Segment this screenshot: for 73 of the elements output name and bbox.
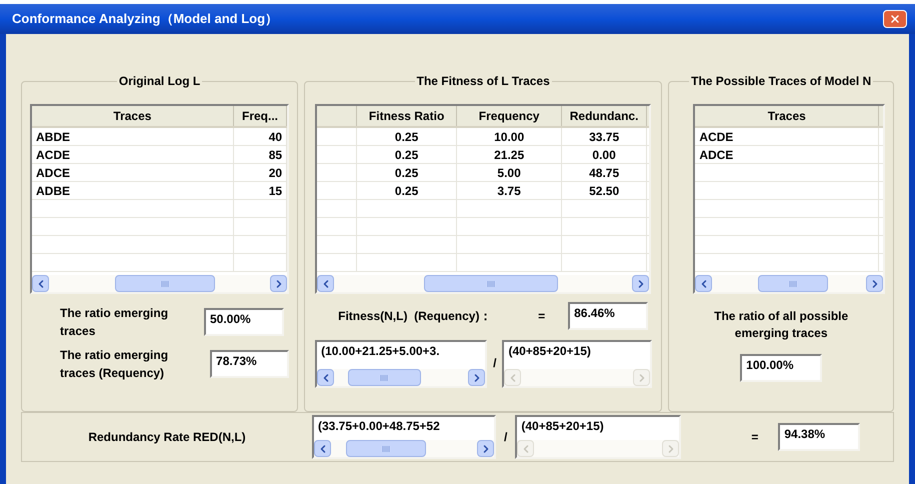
table-cell: 20 xyxy=(234,164,288,181)
possible-ratio-label: The ratio of all possible emerging traces xyxy=(713,308,850,342)
table-cell: ADCE xyxy=(32,164,234,181)
close-icon xyxy=(889,13,901,25)
window-title: Conformance Analyzing（Model and Log） xyxy=(11,10,278,28)
redundancy-label: Redundancy Rate RED(N,L) xyxy=(87,429,247,446)
column-header[interactable]: Redundanc. xyxy=(562,106,648,126)
value-field[interactable]: 94.38% xyxy=(778,423,860,451)
grip-icon xyxy=(380,374,388,380)
horizontal-scrollbar[interactable] xyxy=(314,440,494,457)
scroll-thumb[interactable] xyxy=(115,275,215,292)
table-cell: ABDE xyxy=(32,128,234,145)
grip-icon xyxy=(788,280,797,286)
table-cell: 40 xyxy=(234,128,288,145)
scroll-right-button[interactable] xyxy=(468,369,486,386)
value-field[interactable]: 86.46% xyxy=(568,302,648,330)
division-sign: / xyxy=(492,355,498,372)
value-field[interactable]: 78.73% xyxy=(210,350,290,378)
table-cell: 21.25 xyxy=(457,146,562,163)
table-cell: 33.75 xyxy=(562,128,648,145)
scroll-left-button[interactable] xyxy=(317,369,334,386)
group-title: The Fitness of L Traces xyxy=(416,73,551,90)
table-cell: 10.00 xyxy=(457,128,562,145)
grip-icon xyxy=(161,280,170,286)
table-cell: ACDE xyxy=(32,146,234,163)
table-cell: 0.25 xyxy=(357,164,458,181)
scroll-left-button[interactable] xyxy=(314,440,331,457)
scroll-left-button[interactable] xyxy=(32,275,49,292)
column-header[interactable]: Fitness Ratio xyxy=(357,106,458,126)
table-cell: 3.75 xyxy=(457,182,562,199)
fitness-label: Fitness(N,L) (Requency)： xyxy=(338,308,492,325)
value-field[interactable]: 50.00% xyxy=(204,308,284,336)
equals-sign: = xyxy=(751,429,758,446)
scroll-right-button[interactable] xyxy=(270,275,288,292)
grip-icon xyxy=(486,280,495,286)
table-cell: 5.00 xyxy=(457,164,562,181)
close-button[interactable] xyxy=(883,10,907,28)
group-title: The Possible Traces of Model N xyxy=(690,73,872,90)
column-header[interactable]: Freq... xyxy=(234,106,288,126)
column-header[interactable]: Frequency xyxy=(457,106,562,126)
column-header[interactable]: Traces xyxy=(32,106,234,126)
scroll-right-button[interactable] xyxy=(477,440,494,457)
value-field[interactable]: 100.00% xyxy=(740,354,822,382)
table-cell: 0.25 xyxy=(357,182,458,199)
scroll-left-button[interactable] xyxy=(317,275,334,292)
table-cell: 0.25 xyxy=(357,146,458,163)
formula-field[interactable]: (40+85+20+15) xyxy=(515,415,682,459)
scroll-thumb[interactable] xyxy=(758,275,828,292)
horizontal-scrollbar[interactable] xyxy=(317,369,486,386)
formula-field[interactable]: (10.00+21.25+5.00+3. xyxy=(315,340,488,388)
ratio-label: The ratio emerging traces (Requency) xyxy=(60,347,170,382)
table-cell: 15 xyxy=(234,182,288,199)
table-cell: 0.25 xyxy=(357,128,458,145)
scroll-left-button[interactable] xyxy=(695,275,712,292)
formula-field[interactable]: (33.75+0.00+48.75+52 xyxy=(312,415,496,459)
group-title: Original Log L xyxy=(118,73,202,90)
table-cell: ADBE xyxy=(32,182,234,199)
grip-icon xyxy=(382,446,390,452)
table-cell: 0.00 xyxy=(562,146,648,163)
equals-sign: = xyxy=(538,308,546,325)
table-cell: ACDE xyxy=(695,128,880,145)
table-cell: 85 xyxy=(234,146,288,163)
formula-field[interactable]: (40+85+20+15) xyxy=(502,340,652,388)
division-sign: / xyxy=(503,429,508,446)
table-cell: 48.75 xyxy=(562,164,648,181)
scroll-right-button[interactable] xyxy=(632,275,650,292)
scroll-thumb[interactable] xyxy=(346,440,426,457)
table-cell: 52.50 xyxy=(562,182,648,199)
table-cell: ADCE xyxy=(695,146,880,163)
ratio-label: The ratio emerging traces xyxy=(60,305,170,340)
scroll-thumb[interactable] xyxy=(424,275,558,292)
scroll-right-button[interactable] xyxy=(866,275,883,292)
scroll-thumb[interactable] xyxy=(348,369,422,386)
